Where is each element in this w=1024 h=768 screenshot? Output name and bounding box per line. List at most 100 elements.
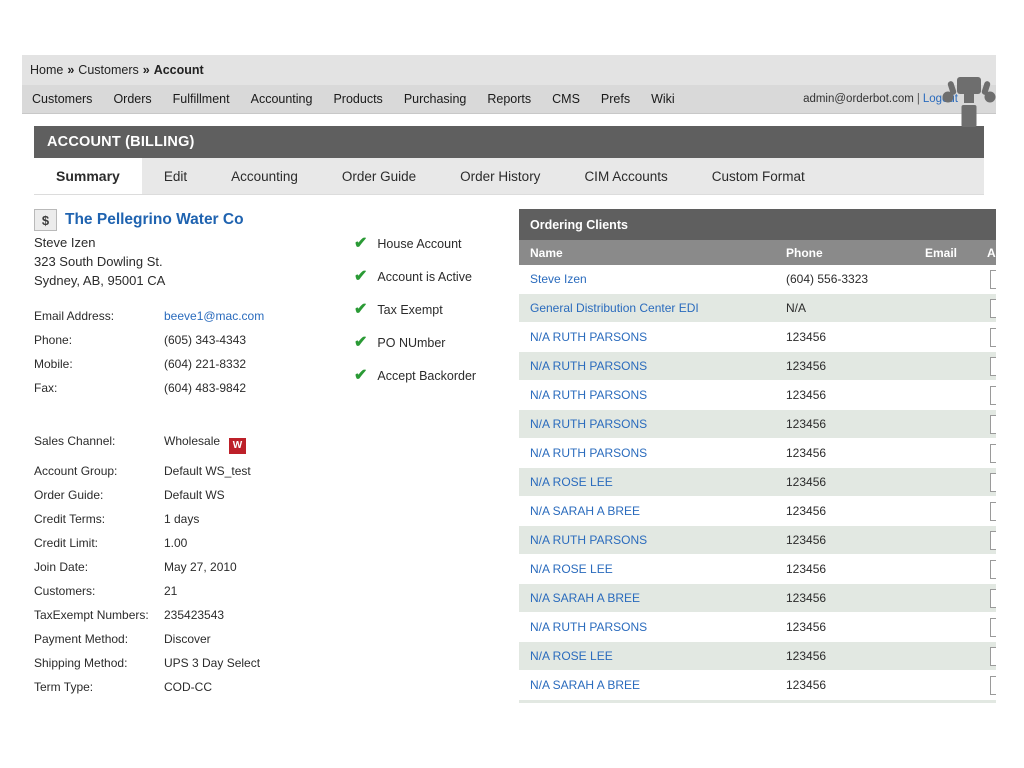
- breadcrumb-item-customers[interactable]: Customers: [78, 63, 138, 77]
- check-icon-button[interactable]: ✔: [990, 618, 996, 637]
- field-row: Phone: (605) 343-4343: [34, 331, 264, 355]
- check-icon-button[interactable]: ✔: [990, 560, 996, 579]
- cell-email: [914, 613, 979, 642]
- email-link[interactable]: beeve1@mac.com: [164, 309, 264, 323]
- tab-summary[interactable]: Summary: [34, 158, 142, 194]
- nav-item-accounting[interactable]: Accounting: [251, 92, 313, 106]
- nav-item-cms[interactable]: CMS: [552, 92, 580, 106]
- table-row: N/A RUTH PARSONS123456✔: [519, 410, 996, 439]
- cell-name: N/A SARAH A BREE: [519, 671, 775, 700]
- table-row: N/A RUTH PARSONS123456✔: [519, 613, 996, 642]
- field-label: Fax:: [34, 379, 164, 403]
- field-row: Join Date: May 27, 2010: [34, 558, 261, 582]
- ordering-clients-table: Name Phone Email Action Steve Izen(604) …: [519, 240, 996, 703]
- check-icon-button[interactable]: ✔: [990, 589, 996, 608]
- breadcrumb-item-home[interactable]: Home: [30, 63, 63, 77]
- client-name-link[interactable]: N/A SARAH A BREE: [530, 678, 640, 692]
- nav-item-customers[interactable]: Customers: [32, 92, 92, 106]
- check-icon-button[interactable]: ✔: [990, 270, 996, 289]
- client-name-link[interactable]: N/A RUTH PARSONS: [530, 446, 647, 460]
- cell-action: ✔: [979, 439, 996, 468]
- nav-item-orders[interactable]: Orders: [113, 92, 151, 106]
- client-name-link[interactable]: N/A RUTH PARSONS: [530, 417, 647, 431]
- cell-action: ✔: [979, 410, 996, 439]
- nav-item-reports[interactable]: Reports: [487, 92, 531, 106]
- user-email: admin@orderbot.com: [803, 93, 914, 105]
- ordering-clients-title: Ordering Clients: [519, 209, 996, 240]
- client-name-link[interactable]: N/A RUTH PARSONS: [530, 533, 647, 547]
- check-icon-button[interactable]: ✔: [990, 328, 996, 347]
- cell-phone: 123456: [775, 526, 914, 555]
- check-icon-button[interactable]: ✔: [990, 676, 996, 695]
- cell-email: [914, 584, 979, 613]
- client-name-link[interactable]: N/A SARAH A BREE: [530, 591, 640, 605]
- field-value: Default WS_test: [164, 462, 261, 486]
- cell-action: ✔: [979, 265, 996, 294]
- client-name-link[interactable]: Steve Izen: [530, 272, 587, 286]
- tab-custom-format[interactable]: Custom Format: [690, 158, 827, 194]
- field-value: beeve1@mac.com: [164, 307, 264, 331]
- column-header-phone[interactable]: Phone: [775, 240, 914, 265]
- flag-tax-exempt: ✔ Tax Exempt: [354, 302, 519, 318]
- cell-action: ✔: [979, 381, 996, 410]
- cell-email: [914, 526, 979, 555]
- field-row: Credit Limit: 1.00: [34, 534, 261, 558]
- tab-order-guide[interactable]: Order Guide: [320, 158, 438, 194]
- company-contact-name: Steve Izen: [34, 233, 354, 252]
- table-row: N/A RUTH PARSONS 123456 ✔: [519, 526, 996, 555]
- company-name-link[interactable]: The Pellegrino Water Co: [65, 211, 244, 229]
- client-name-link[interactable]: N/A ROSE LEE: [530, 475, 613, 489]
- field-value: WholesaleW: [164, 432, 261, 462]
- client-name-link[interactable]: N/A SARAH A BREE: [530, 504, 640, 518]
- field-label: Join Date:: [34, 558, 164, 582]
- tab-accounting[interactable]: Accounting: [209, 158, 320, 194]
- client-name-link[interactable]: N/A RUTH PARSONS: [530, 388, 647, 402]
- cell-email: [914, 352, 979, 381]
- check-icon-button[interactable]: ✔: [990, 357, 996, 376]
- field-label: Order Guide:: [34, 486, 164, 510]
- cross-icon-button[interactable]: ✖: [990, 299, 996, 318]
- client-name-link[interactable]: N/A RUTH PARSONS: [530, 359, 647, 373]
- field-row: Shipping Method: UPS 3 Day Select: [34, 654, 261, 678]
- check-icon-button[interactable]: ✔: [990, 444, 996, 463]
- nav-item-fulfillment[interactable]: Fulfillment: [173, 92, 230, 106]
- dollar-icon: $: [34, 209, 57, 231]
- user-area: admin@orderbot.com | Logout: [803, 85, 958, 113]
- client-name-link[interactable]: N/A ROSE LEE: [530, 649, 613, 663]
- tab-edit[interactable]: Edit: [142, 158, 209, 194]
- cell-action: ✔: [979, 497, 996, 526]
- check-icon-button[interactable]: ✔: [990, 647, 996, 666]
- cell-name: N/A RUTH PARSONS: [519, 410, 775, 439]
- check-icon-button[interactable]: ✔: [990, 386, 996, 405]
- field-value: COD-CC: [164, 678, 261, 702]
- column-header-email[interactable]: Email: [914, 240, 979, 265]
- check-icon-button[interactable]: ✔: [990, 473, 996, 492]
- cell-action: ✔: [979, 555, 996, 584]
- check-icon-button[interactable]: ✔: [990, 531, 996, 550]
- cell-email: [914, 323, 979, 352]
- nav-item-prefs[interactable]: Prefs: [601, 92, 630, 106]
- cell-phone: 123456: [775, 468, 914, 497]
- check-icon-button[interactable]: ✔: [990, 415, 996, 434]
- table-row: N/A ROSE LEE123456✔: [519, 555, 996, 584]
- client-name-link[interactable]: N/A RUTH PARSONS: [530, 330, 647, 344]
- cell-action: ✔: [979, 468, 996, 497]
- nav-item-wiki[interactable]: Wiki: [651, 92, 675, 106]
- client-name-link[interactable]: General Distribution Center EDI: [530, 301, 699, 315]
- tab-bar: Summary Edit Accounting Order Guide Orde…: [34, 158, 984, 195]
- client-name-link[interactable]: N/A ROSE LEE: [530, 562, 613, 576]
- cell-action: ✔: [979, 584, 996, 613]
- tab-order-history[interactable]: Order History: [438, 158, 562, 194]
- table-header-row: Name Phone Email Action: [519, 240, 996, 265]
- client-name-link[interactable]: N/A RUTH PARSONS: [530, 620, 647, 634]
- cell-phone: 123456: [775, 381, 914, 410]
- nav-item-products[interactable]: Products: [333, 92, 382, 106]
- field-value: (605) 343-4343: [164, 331, 264, 355]
- nav-item-purchasing[interactable]: Purchasing: [404, 92, 467, 106]
- column-header-name[interactable]: Name: [519, 240, 775, 265]
- check-icon-button[interactable]: ✔: [990, 502, 996, 521]
- tab-cim-accounts[interactable]: CIM Accounts: [562, 158, 689, 194]
- cell-action: ✔: [979, 352, 996, 381]
- cell-action: ✔: [979, 526, 996, 555]
- check-icon: ✔: [354, 302, 367, 318]
